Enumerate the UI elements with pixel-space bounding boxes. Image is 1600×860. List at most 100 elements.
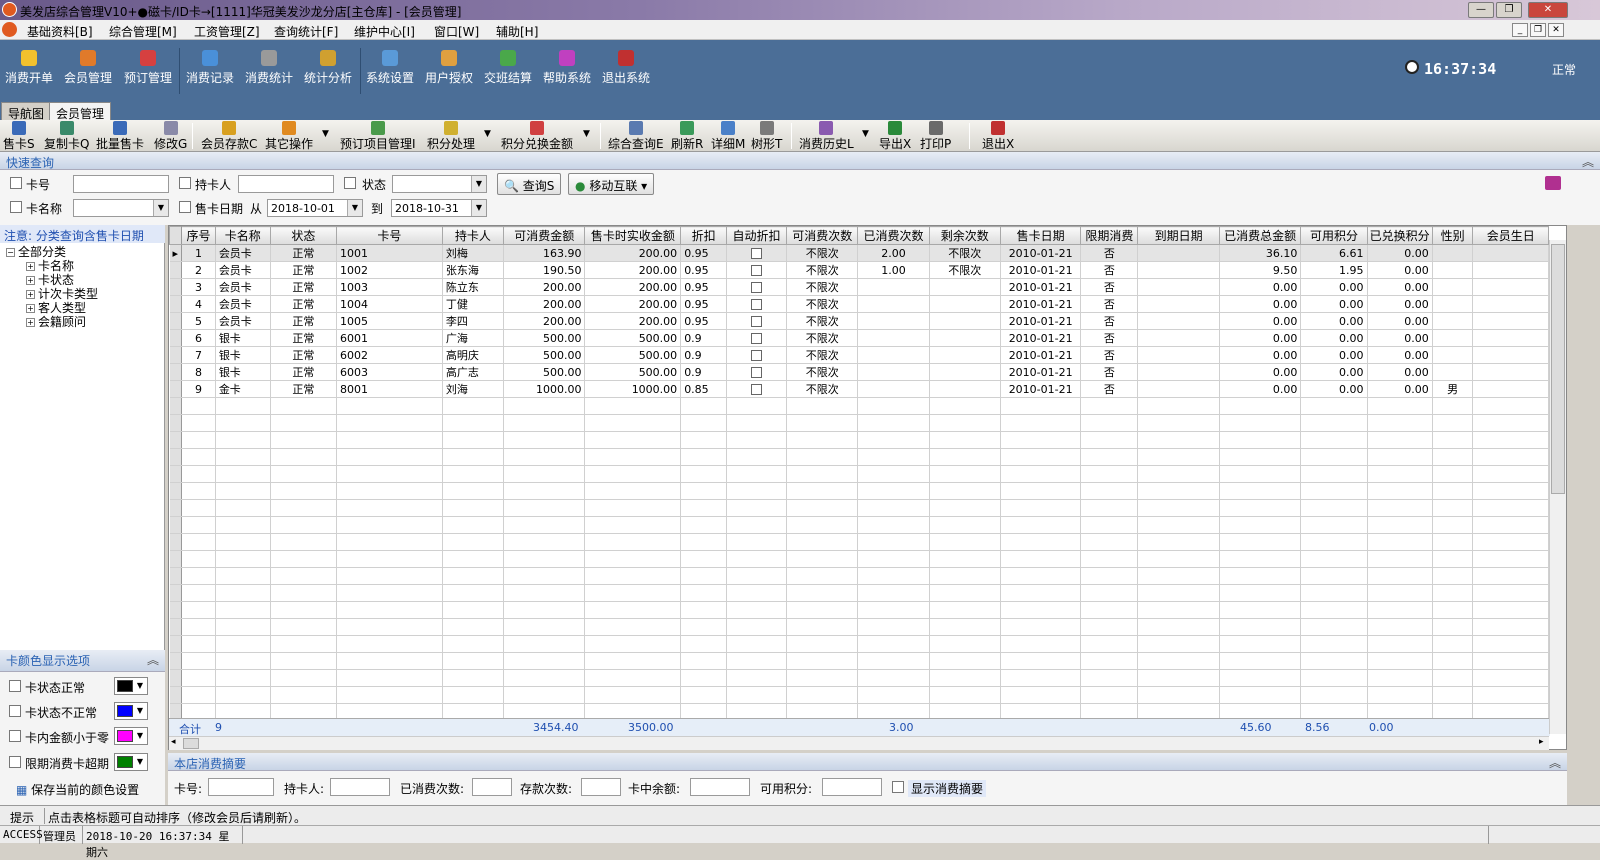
menu-wage[interactable]: 工资管理[Z] [194, 23, 260, 40]
table-cell[interactable]: 0.9 [680, 346, 728, 364]
chevron-down-icon[interactable]: ▼ [322, 129, 329, 139]
table-cell[interactable] [929, 380, 1001, 398]
color-expired-picker[interactable]: ▼ [114, 753, 148, 771]
table-cell[interactable]: 0.00 [1219, 363, 1302, 381]
table-cell[interactable] [1472, 295, 1549, 313]
table-cell[interactable]: 0.85 [680, 380, 728, 398]
chevron-down-icon[interactable]: ▼ [583, 129, 590, 139]
table-cell[interactable]: 6001 [336, 329, 443, 347]
table-cell[interactable]: 金卡 [215, 380, 271, 398]
table-cell[interactable]: 0.00 [1367, 278, 1433, 296]
edit-button[interactable]: 修改G [154, 120, 187, 152]
card-name-checkbox[interactable] [10, 201, 22, 213]
color-negative-picker[interactable]: ▼ [114, 727, 148, 745]
color-negative-checkbox[interactable] [9, 730, 21, 742]
table-cell[interactable]: 0.00 [1219, 312, 1302, 330]
points-exchange-button[interactable]: 积分兑换金额 [501, 120, 573, 152]
scroll-thumb[interactable] [1551, 244, 1565, 494]
col-header[interactable]: 售卡时实收金额 [584, 226, 682, 245]
store-summary-header[interactable]: 本店消费摘要 ︽ [168, 753, 1567, 771]
col-header[interactable]: 持卡人 [441, 226, 504, 245]
table-cell[interactable]: 张东海 [442, 261, 504, 279]
table-cell[interactable]: 163.90 [503, 244, 586, 262]
table-cell[interactable]: 2010-01-21 [1000, 244, 1082, 262]
table-cell[interactable] [1432, 312, 1474, 330]
table-cell[interactable]: 1000.00 [503, 380, 586, 398]
chevron-down-icon[interactable]: ▼ [484, 129, 491, 139]
auto-discount-checkbox[interactable] [751, 299, 763, 310]
menu-maintain[interactable]: 维护中心[I] [354, 23, 415, 40]
table-cell[interactable]: 6 [181, 329, 216, 347]
col-header[interactable]: 剩余次数 [928, 226, 1001, 245]
table-cell[interactable] [929, 278, 1001, 296]
table-cell[interactable]: 9.50 [1219, 261, 1302, 279]
table-cell[interactable]: 500.00 [584, 363, 682, 381]
table-cell[interactable]: 0.00 [1219, 295, 1302, 313]
table-cell[interactable]: 不限次 [786, 261, 859, 279]
table-cell[interactable] [1472, 278, 1549, 296]
menu-window[interactable]: 窗口[W] [434, 23, 479, 40]
menu-help[interactable]: 辅助[H] [496, 23, 538, 40]
maximize-button[interactable]: ❐ [1496, 2, 1522, 18]
table-cell[interactable]: 0.00 [1300, 363, 1368, 381]
table-cell[interactable]: 银卡 [215, 363, 271, 381]
table-cell[interactable]: 0.00 [1219, 346, 1302, 364]
table-cell[interactable]: 0.95 [680, 295, 728, 313]
auto-discount-checkbox[interactable] [751, 367, 763, 378]
tab-member-manage[interactable]: 会员管理 [49, 102, 112, 121]
table-cell[interactable]: 0.00 [1219, 278, 1302, 296]
table-cell[interactable] [726, 261, 788, 279]
expand-box-icon[interactable]: + [26, 304, 35, 313]
tree-item-advisor[interactable]: + 会籍顾问 [26, 313, 86, 330]
table-cell[interactable]: 0.00 [1367, 312, 1433, 330]
tb-exit-system[interactable]: 退出系统 [601, 50, 651, 86]
table-row[interactable]: 6 银卡 正常 6001 广海 500.00 500.00 0.9 不限次 2010-01-21 否… [169, 329, 1549, 347]
table-cell[interactable]: 不限次 [929, 261, 1001, 279]
table-cell[interactable]: 200.00 [584, 278, 682, 296]
expand-box-icon[interactable]: + [26, 290, 35, 299]
query-button[interactable]: 🔍 查询S [497, 173, 562, 195]
sum-used-input[interactable] [472, 778, 512, 796]
table-cell[interactable]: 不限次 [786, 278, 859, 296]
table-cell[interactable] [857, 295, 930, 313]
table-cell[interactable]: 0.00 [1367, 363, 1433, 381]
table-cell[interactable]: 0.9 [680, 363, 728, 381]
date-to-select[interactable]: 2018-10-31 ▼ [391, 199, 487, 217]
table-cell[interactable] [1137, 261, 1220, 279]
table-row[interactable]: 7 银卡 正常 6002 高明庆 500.00 500.00 0.9 不限次 2010-01-21… [169, 346, 1549, 364]
menu-query[interactable]: 查询统计[F] [274, 23, 338, 40]
table-cell[interactable]: 500.00 [503, 329, 586, 347]
tb-consume-record[interactable]: 消费记录 [185, 50, 235, 86]
table-cell[interactable] [857, 363, 930, 381]
table-cell[interactable]: 男 [1432, 380, 1474, 398]
col-header[interactable]: 已消费次数 [857, 226, 930, 245]
table-cell[interactable]: 否 [1080, 346, 1139, 364]
grid-horizontal-scrollbar[interactable]: ◂ ▸ [169, 736, 1549, 750]
row-indicator[interactable]: ▸ [169, 244, 183, 262]
table-cell[interactable]: 不限次 [786, 295, 859, 313]
table-cell[interactable] [857, 312, 930, 330]
member-deposit-button[interactable]: 会员存款C [201, 120, 257, 152]
table-cell[interactable]: 0.00 [1219, 329, 1302, 347]
table-cell[interactable] [726, 329, 788, 347]
export-button[interactable]: 导出X [879, 120, 911, 152]
table-cell[interactable]: 500.00 [503, 363, 586, 381]
table-cell[interactable] [929, 295, 1001, 313]
table-cell[interactable]: 正常 [270, 278, 337, 296]
table-cell[interactable]: 不限次 [786, 329, 859, 347]
table-cell[interactable] [1137, 329, 1220, 347]
row-indicator[interactable] [169, 363, 183, 381]
table-cell[interactable]: 200.00 [503, 312, 586, 330]
table-cell[interactable]: 1001 [336, 244, 443, 262]
status-select[interactable]: ▼ [392, 175, 487, 193]
table-cell[interactable] [929, 346, 1001, 364]
tb-shift-settle[interactable]: 交班结算 [483, 50, 533, 86]
copy-card-button[interactable]: 复制卡Q [44, 120, 89, 152]
table-cell[interactable]: 丁健 [442, 295, 504, 313]
tb-help[interactable]: 帮助系统 [542, 50, 592, 86]
table-cell[interactable] [1472, 244, 1549, 262]
color-normal-picker[interactable]: ▼ [114, 677, 148, 695]
grid-vertical-scrollbar[interactable] [1549, 240, 1566, 734]
col-header[interactable]: 限期消费 [1080, 226, 1139, 245]
table-cell[interactable]: 银卡 [215, 346, 271, 364]
